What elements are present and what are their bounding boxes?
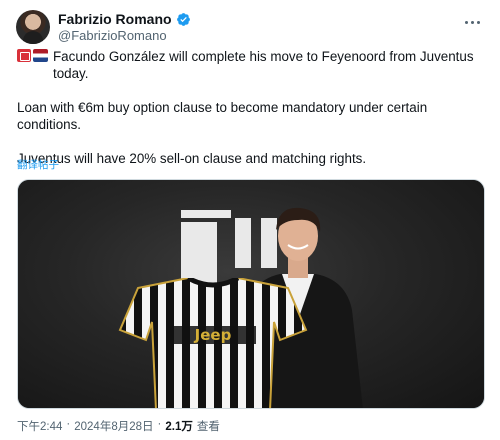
flags <box>17 49 48 62</box>
tweet-header: Fabrizio Romano @FabrizioRomano <box>16 10 486 44</box>
tweet-paragraph-3: Juventus will have 20% sell-on clause an… <box>17 151 367 166</box>
meta-separator-2: · <box>157 418 162 430</box>
views-label: 查看 <box>196 421 220 433</box>
tweet-paragraph-1: Facundo González will complete his move … <box>17 48 485 82</box>
display-name[interactable]: Fabrizio Romano <box>58 11 172 28</box>
post-date[interactable]: 2024年8月28日 <box>74 418 153 434</box>
tweet-text: Facundo González will complete his move … <box>17 48 485 184</box>
avatar[interactable] <box>16 10 50 44</box>
views-count: 2.1万 <box>165 421 193 433</box>
italy-flag-icon <box>17 49 31 62</box>
more-options-icon[interactable] <box>462 14 482 30</box>
netherlands-flag-icon <box>33 49 48 62</box>
translate-post-link[interactable]: 翻译帖子 <box>17 157 59 172</box>
name-row: Fabrizio Romano <box>58 11 191 28</box>
author-handle[interactable]: @FabrizioRomano <box>58 28 167 44</box>
meta-separator-1: · <box>66 418 71 430</box>
post-time[interactable]: 下午2:44 <box>17 418 62 434</box>
juventus-jersey: Jeep <box>118 278 308 408</box>
tweet-line-1: Facundo González will complete his move … <box>53 49 474 81</box>
svg-text:Jeep: Jeep <box>194 326 232 344</box>
tweet-paragraph-2: Loan with €6m buy option clause to becom… <box>17 100 428 132</box>
tweet-photo[interactable]: Jeep <box>17 179 485 409</box>
tweet-meta: 下午2:44 · 2024年8月28日 · 2.1万 查看 <box>17 418 220 434</box>
verified-badge-icon <box>176 13 190 26</box>
